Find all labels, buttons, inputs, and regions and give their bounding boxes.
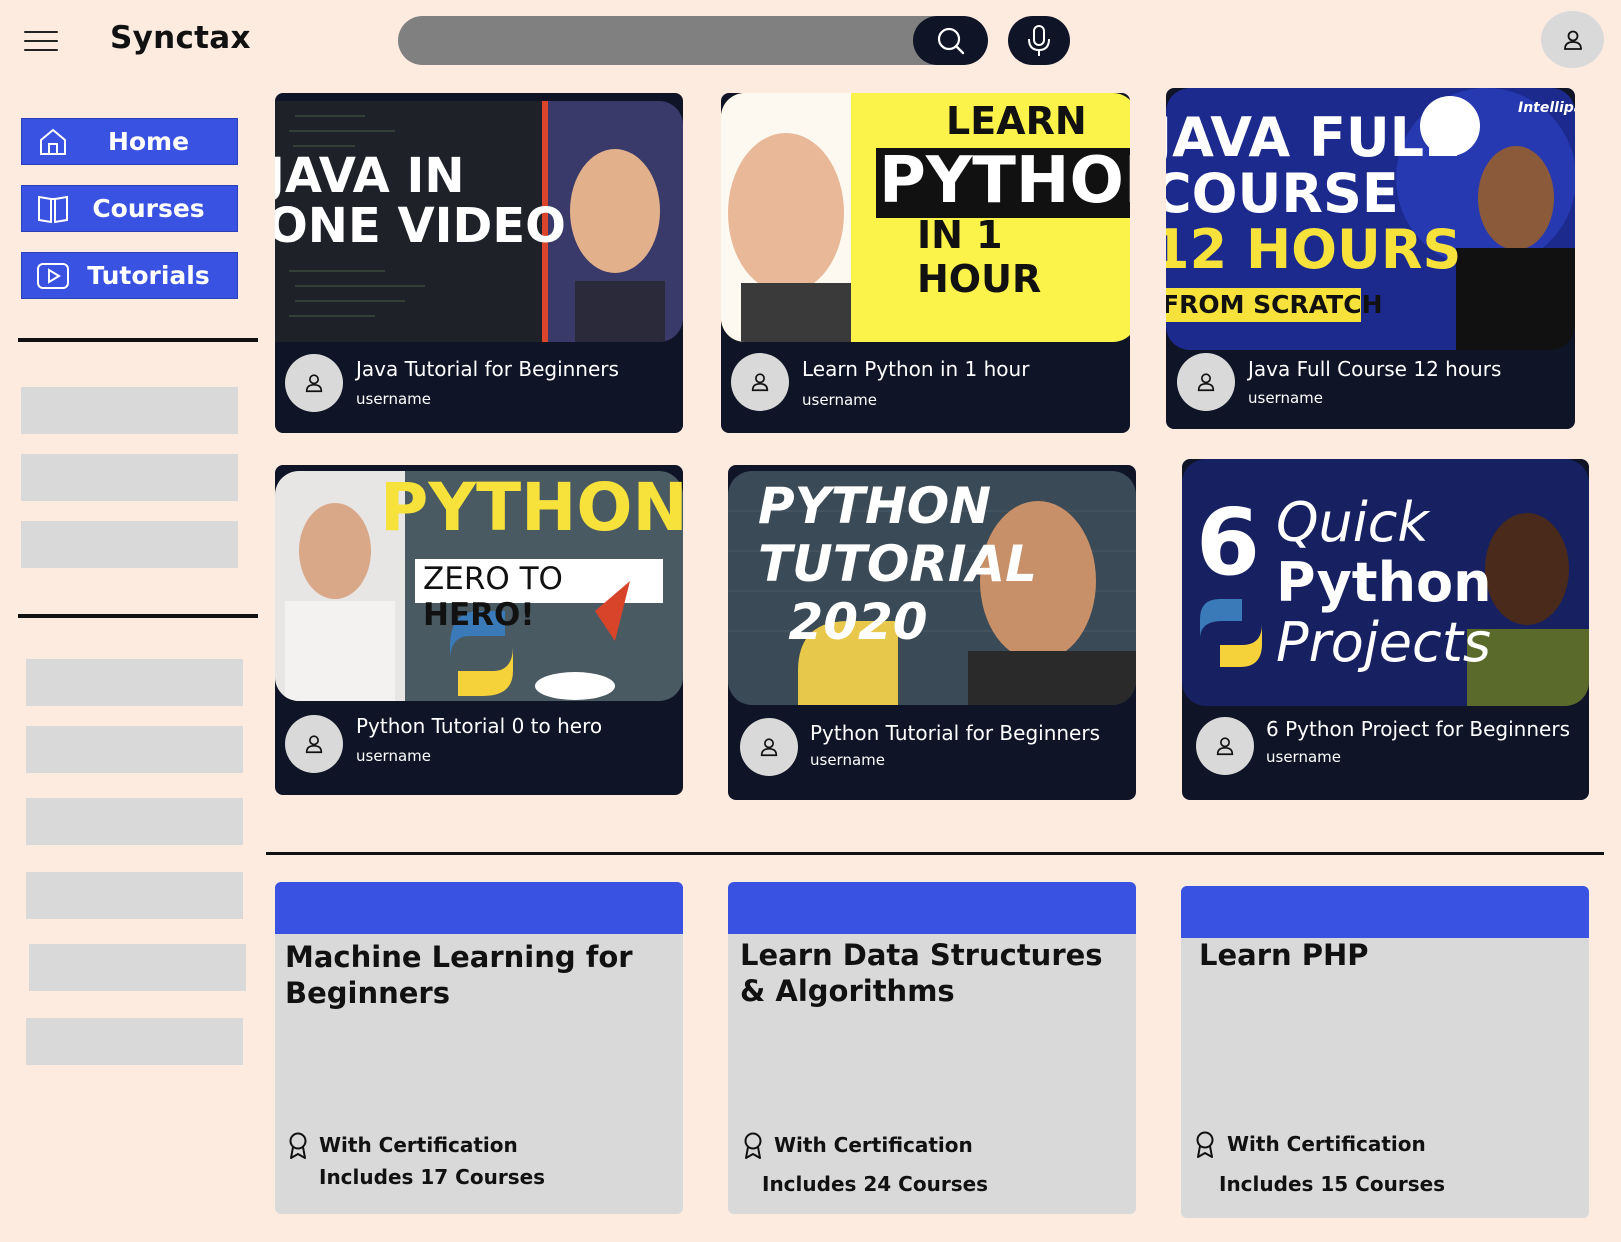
sidebar-placeholder [26,659,243,706]
video-card[interactable]: JAVA FULL COURSE 12 HOURS FROM SCRATCH I… [1166,88,1575,429]
search-icon [937,27,964,54]
course-count: Includes 17 Courses [319,1165,546,1189]
video-username[interactable]: username [356,747,431,765]
course-title[interactable]: Machine Learning for Beginners [285,939,633,1011]
certification-label: With Certification [774,1133,973,1157]
voice-search-button[interactable] [1008,16,1070,65]
video-card[interactable]: PYTHON TUTORIAL 2020 Python Tutorial for B… [728,465,1136,800]
course-card[interactable]: Machine Learning for Beginners With Certi… [275,882,683,1214]
user-icon [1563,30,1582,50]
thumbnail-text: LEARN [946,99,1087,143]
course-card-header [275,882,683,934]
sidebar-placeholder [26,872,243,919]
sidebar-item-label: Home [107,127,190,156]
video-username[interactable]: username [810,751,885,769]
brand-logo: Intellipaat [1518,100,1575,116]
video-username[interactable]: username [802,391,877,409]
video-username[interactable]: username [1266,748,1341,766]
certification-label: With Certification [1227,1132,1426,1156]
course-card-header [1181,886,1589,938]
thumbnail-text: JAVA FULL COURSE 12 HOURS [1166,106,1462,281]
video-username[interactable]: username [1248,389,1323,407]
sidebar-placeholder [26,798,243,845]
certification-label: With Certification [319,1133,518,1157]
sidebar-item-home[interactable]: Home [21,118,238,165]
sidebar-placeholder [26,1018,243,1065]
thumbnail-text: 6 [1196,489,1261,596]
video-title[interactable]: Python Tutorial 0 to hero [356,714,602,738]
content-divider [266,852,1604,855]
video-card[interactable]: JAVA IN ONE VIDEO Java Tutorial for Begin… [275,93,683,433]
channel-avatar[interactable] [1196,717,1254,775]
channel-avatar[interactable] [740,718,798,776]
video-title[interactable]: 6 Python Project for Beginners [1266,717,1570,741]
video-card[interactable]: PYTHON ZERO TO HERO! Python Tutorial 0 t… [275,465,683,795]
sidebar-divider [18,614,258,618]
channel-avatar[interactable] [731,353,789,411]
thumbnail-text: ZERO TO HERO! [423,561,563,633]
sidebar-placeholder [21,521,238,568]
sidebar-divider [18,338,258,342]
video-username[interactable]: username [356,390,431,408]
course-card[interactable]: Learn PHP With Certification Includes 15… [1181,886,1589,1218]
thumbnail-text: PYTHON [879,144,1130,218]
user-icon [1216,737,1234,756]
search-bar [398,16,988,65]
award-icon [744,1132,762,1159]
thumbnail-text: PYTHON [380,469,683,546]
sidebar-placeholder [21,454,238,501]
sidebar-item-courses[interactable]: Courses [21,185,238,232]
video-card[interactable]: LEARN PYTHON IN 1 HOUR Learn Python in 1… [721,93,1130,433]
sidebar-placeholder [26,726,243,773]
sidebar-item-tutorials[interactable]: Tutorials [21,252,238,299]
course-title[interactable]: Learn PHP [1199,937,1369,973]
video-title[interactable]: Learn Python in 1 hour [802,357,1029,381]
video-card[interactable]: 6 Quick Python Projects 6 Python Project… [1182,459,1589,800]
course-count: Includes 24 Courses [762,1172,989,1196]
microphone-icon [1028,24,1050,56]
thumbnail-text: Quick Python Projects [1276,491,1492,674]
thumbnail-text: IN 1 HOUR [917,213,1042,301]
thumbnail-text: FROM SCRATCH [1166,290,1383,319]
video-title[interactable]: Python Tutorial for Beginners [810,721,1100,745]
channel-avatar[interactable] [285,354,343,412]
award-icon [289,1132,307,1159]
course-title[interactable]: Learn Data Structures & Algorithms [740,937,1103,1009]
course-card-header [728,882,1136,934]
sidebar-item-label: Tutorials [87,261,210,290]
award-icon [1196,1131,1214,1158]
channel-avatar[interactable] [1177,353,1235,411]
user-icon [760,738,778,757]
video-title[interactable]: Java Tutorial for Beginners [356,357,619,381]
sidebar-placeholder [21,387,238,434]
user-icon [1197,373,1215,392]
user-icon [305,735,323,754]
sidebar-item-label: Courses [92,194,205,223]
profile-button[interactable] [1541,11,1604,68]
user-icon [751,373,769,392]
course-card[interactable]: Learn Data Structures & Algorithms With C… [728,882,1136,1214]
user-icon [305,374,323,393]
search-input[interactable] [398,16,908,65]
thumbnail-text: JAVA IN ONE VIDEO [275,148,566,254]
app-logo[interactable]: Synctax [110,20,251,56]
channel-avatar[interactable] [285,715,343,773]
search-button[interactable] [913,16,988,65]
sidebar-placeholder [29,944,246,991]
video-title[interactable]: Java Full Course 12 hours [1248,357,1501,381]
menu-icon[interactable] [24,31,58,51]
thumbnail-text: PYTHON TUTORIAL 2020 [758,477,1037,651]
course-count: Includes 15 Courses [1219,1172,1446,1196]
